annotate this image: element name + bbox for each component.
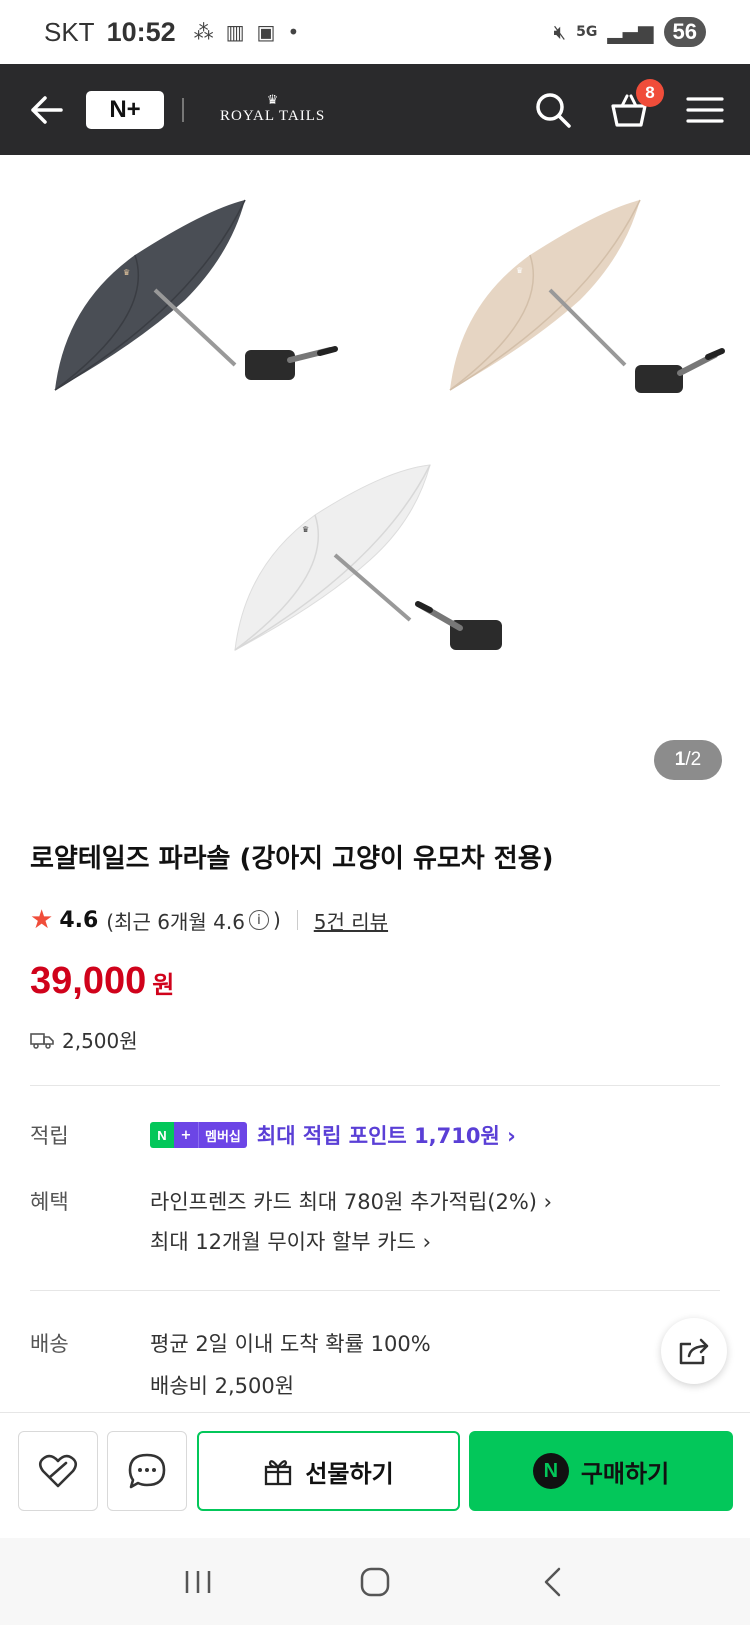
shipping-fee: 2,500원 [62, 1029, 138, 1053]
crown-icon: ♛ [266, 93, 279, 108]
home-icon [360, 1567, 390, 1596]
benefits-label: 혜택 [30, 1190, 69, 1214]
review-count-link[interactable]: 5건 리뷰 [314, 906, 388, 935]
header-actions: 8 [530, 78, 728, 133]
carrier-label: SKT [44, 16, 95, 47]
nplus-logo-text: N+ [109, 95, 141, 123]
status-right: 🔇︎ 5G ▂▄▆ 56 [554, 17, 706, 47]
chart-icon: ▥ [225, 20, 245, 44]
truck-icon [30, 1032, 54, 1049]
brand-logo[interactable]: ♛ ROYAL TAILS [220, 94, 325, 125]
clock: 10:52 [106, 16, 176, 47]
gift-button-label: 선물하기 [305, 1459, 394, 1488]
benefit-card-points[interactable]: 라인프렌즈 카드 최대 780원 추가적립(2%) › [150, 1186, 552, 1216]
wishlist-button[interactable] [18, 1431, 98, 1511]
product-title: 로얄테일즈 파라솔 (강아지 고양이 유모차 전용) [30, 844, 554, 874]
plus-icon: + [174, 1122, 198, 1148]
status-left: SKT 10:52 ⁂ ▥ ▣ • [44, 17, 299, 48]
gift-button[interactable]: 선물하기 [197, 1431, 460, 1511]
header-divider [182, 97, 184, 122]
search-icon [536, 92, 571, 128]
membership-badge: N + 멤버십 [150, 1122, 247, 1148]
notification-icons: ⁂ ▥ ▣ • [194, 20, 300, 44]
product-image-gallery[interactable]: ♛ ♛ ♛ 1 / 2 [0, 155, 750, 795]
home-button[interactable] [345, 1552, 405, 1612]
nplus-logo[interactable]: N+ [86, 90, 164, 129]
max-points-text: 최대 적립 포인트 1,710원 › [256, 1124, 516, 1148]
star-icon: ★ [30, 905, 54, 935]
bottom-action-bar: 선물하기 N 구매하기 [0, 1412, 750, 1538]
recent-apps-button[interactable] [168, 1552, 228, 1612]
current-page: 1 [674, 749, 686, 770]
delivery-fee: 배송비 2,500원 [150, 1374, 295, 1398]
rating-value: 4.6 [59, 907, 99, 933]
info-icon[interactable]: i [248, 910, 269, 930]
delivery-arrival: 평균 2일 이내 도착 확률 100% [150, 1332, 431, 1356]
umbrella-image-white: ♛ [234, 464, 502, 651]
rating-row: ★ 4.6 (최근 6개월 4.6 i ) 5건 리뷰 [30, 905, 388, 935]
price-row: 39,000 원 [30, 960, 174, 1003]
menu-icon [686, 96, 724, 123]
gift-icon [265, 1460, 292, 1486]
recent-rating-suffix: ) [272, 908, 281, 932]
svg-text:♛: ♛ [123, 268, 130, 277]
umbrella-image-gray: ♛ [54, 199, 338, 391]
brand-name: ROYAL TAILS [220, 108, 326, 124]
total-pages: 2 [690, 749, 702, 770]
buy-button-label: 구매하기 [580, 1459, 670, 1488]
points-label: 적립 [30, 1124, 69, 1148]
heart-icon [38, 1454, 78, 1488]
talk-button[interactable] [107, 1431, 187, 1511]
network-label: 5G [576, 24, 598, 40]
svg-text:♛: ♛ [302, 525, 309, 534]
naver-pay-icon: N [532, 1453, 569, 1489]
share-button[interactable] [661, 1318, 727, 1384]
dot-icon: • [287, 20, 300, 44]
delivery-label: 배송 [30, 1332, 69, 1356]
signal-icon: ▂▄▆ [607, 20, 654, 44]
dots-icon: ⁂ [193, 20, 214, 44]
status-bar: SKT 10:52 ⁂ ▥ ▣ • 🔇︎ 5G ▂▄▆ 56 [0, 0, 750, 64]
price-value: 39,000 [30, 960, 147, 1002]
cart-button[interactable]: 8 [606, 78, 664, 133]
search-button[interactable] [530, 87, 576, 133]
recent-rating-prefix: (최근 6개월 4.6 [106, 909, 245, 934]
back-arrow-icon [31, 95, 63, 124]
membership-text: 멤버십 [198, 1122, 247, 1148]
price-unit: 원 [152, 971, 175, 999]
section-divider [30, 1290, 720, 1291]
shipping-row: 2,500원 [30, 1025, 138, 1054]
rating-divider [296, 910, 298, 930]
points-row[interactable]: N + 멤버십 최대 적립 포인트 1,710원 › [150, 1120, 516, 1150]
buy-button[interactable]: N 구매하기 [469, 1431, 733, 1511]
system-nav-bar [0, 1538, 750, 1625]
benefit-installment[interactable]: 최대 12개월 무이자 할부 카드 › [150, 1226, 431, 1256]
menu-button[interactable] [682, 87, 728, 133]
cart-count-badge: 8 [636, 78, 664, 107]
svg-text:♛: ♛ [516, 266, 523, 275]
gallery-page-indicator: 1 / 2 [654, 740, 722, 780]
chat-icon [128, 1453, 166, 1489]
back-button[interactable] [22, 86, 70, 134]
chevron-left-icon [544, 1567, 560, 1596]
section-divider [30, 1085, 720, 1086]
naver-n-icon: N [150, 1122, 174, 1148]
screenshot-icon: ▣ [256, 20, 276, 44]
app-header: N+ ♛ ROYAL TAILS 8 [0, 64, 750, 155]
share-icon [679, 1338, 709, 1365]
recent-apps-icon [186, 1570, 211, 1593]
mute-icon: 🔇︎ [553, 20, 567, 44]
umbrella-image-beige: ♛ [449, 199, 725, 393]
battery-indicator: 56 [663, 17, 706, 47]
system-back-button[interactable] [522, 1552, 582, 1612]
